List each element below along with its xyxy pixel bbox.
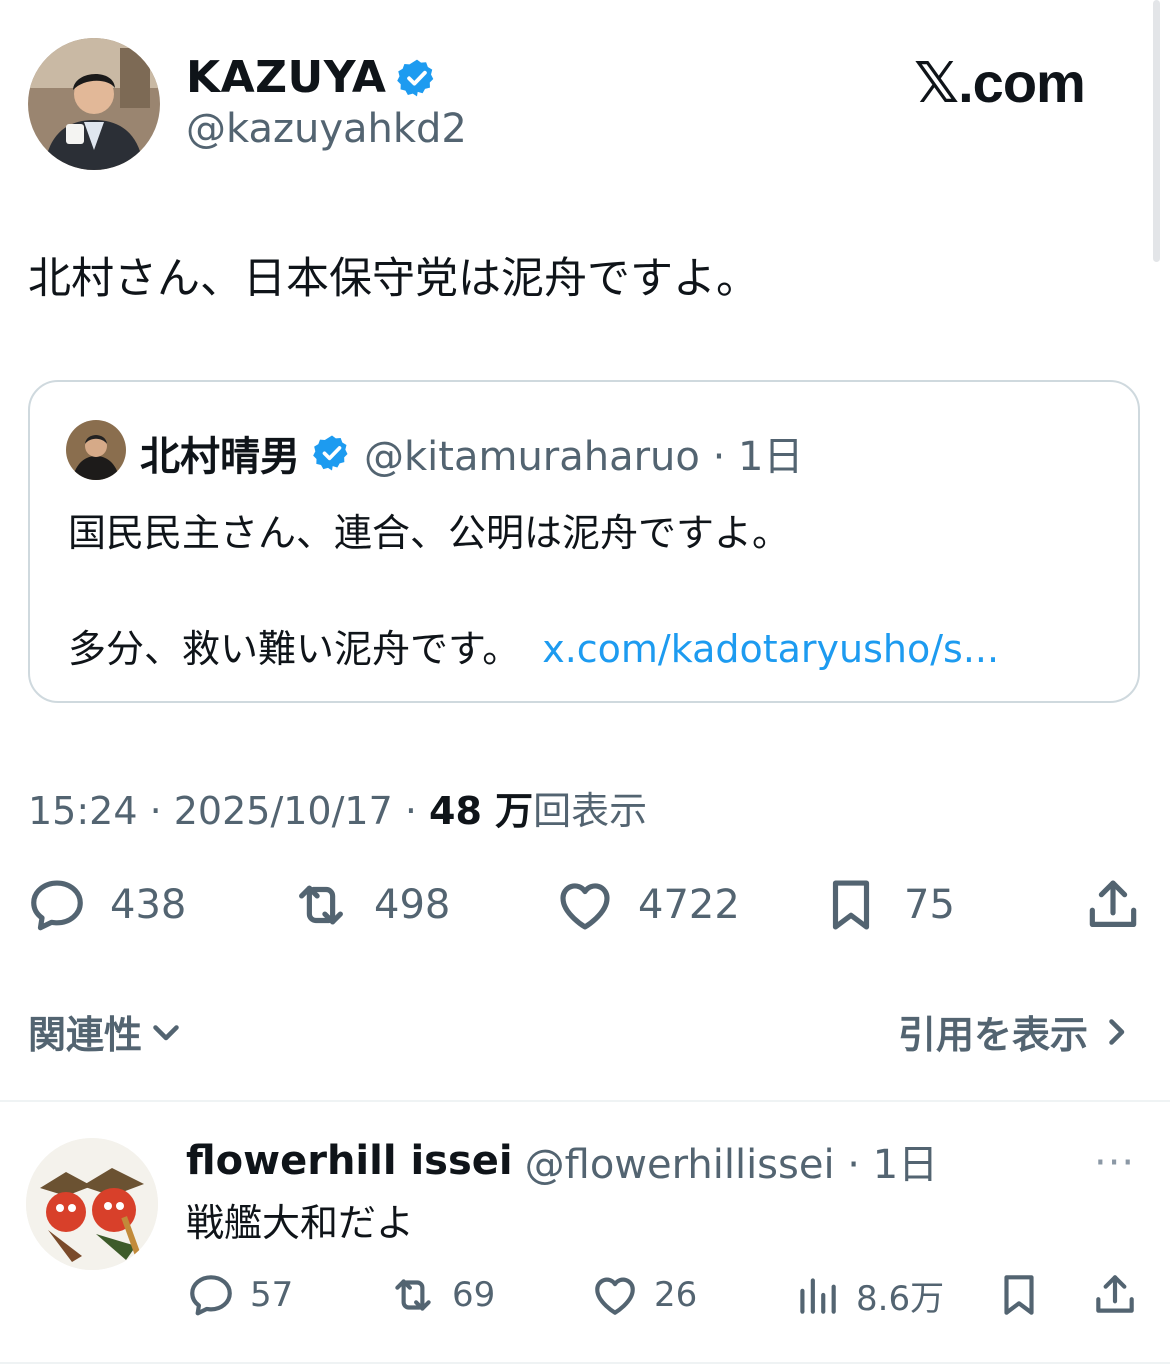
- quote-text-line1: 国民民主さん、連合、公明は泥舟ですよ。: [68, 511, 791, 555]
- reply-author-name[interactable]: flowerhill issei: [186, 1138, 513, 1184]
- reply-handle-time[interactable]: @flowerhillissei · 1日: [525, 1132, 939, 1190]
- share-button[interactable]: [1082, 874, 1144, 936]
- reply-repost-button[interactable]: 69: [388, 1270, 495, 1320]
- author-avatar[interactable]: [28, 38, 160, 170]
- author-name[interactable]: KAZUYA: [186, 52, 438, 103]
- views-count: 48 万: [429, 789, 534, 833]
- view-quotes-link[interactable]: 引用を表示: [898, 1004, 1134, 1059]
- bookmark-count: 75: [904, 882, 955, 928]
- repost-icon: [395, 1279, 431, 1311]
- sort-dropdown[interactable]: 関連性: [28, 1004, 184, 1059]
- bookmark-button[interactable]: 75: [820, 874, 955, 936]
- sort-label: 関連性: [28, 1013, 143, 1057]
- reply-header: flowerhill issei @flowerhillissei · 1日: [186, 1132, 938, 1190]
- reply-bookmark-button[interactable]: [994, 1270, 1044, 1320]
- timestamp-text[interactable]: 15:24 · 2025/10/17 ·: [28, 789, 429, 833]
- tweet-text: 北村さん、日本保守党は泥舟ですよ。: [28, 254, 759, 304]
- author-handle[interactable]: @kazuyahkd2: [186, 106, 467, 152]
- views-chart-icon: [800, 1278, 836, 1314]
- reply-button[interactable]: 438: [26, 874, 186, 936]
- heart-icon: [595, 1277, 635, 1315]
- reply-reply-button[interactable]: 57: [186, 1270, 293, 1320]
- view-quotes-label: 引用を表示: [898, 1013, 1089, 1057]
- quote-author-name[interactable]: 北村晴男: [140, 424, 300, 482]
- reply-views-button[interactable]: 8.6万: [792, 1270, 944, 1320]
- reply-text: 戦艦大和だよ: [186, 1201, 415, 1245]
- quote-text-line2-text: 多分、救い難い泥舟です。: [68, 627, 521, 671]
- quote-text-line2: 多分、救い難い泥舟です。 x.com/kadotaryusho/s...: [68, 618, 999, 673]
- repost-icon: [299, 885, 343, 925]
- tweet-timestamp: 15:24 · 2025/10/17 · 48 万回表示: [28, 780, 647, 835]
- reply-views-count: 8.6万: [856, 1278, 945, 1319]
- divider: [0, 1100, 1170, 1102]
- share-icon: [1096, 1275, 1134, 1313]
- repost-button[interactable]: 498: [290, 874, 450, 936]
- reply-repost-count: 69: [452, 1275, 496, 1315]
- like-count: 4722: [638, 882, 740, 928]
- quote-header: 北村晴男 @kitamuraharuo · 1日: [140, 424, 803, 482]
- reply-like-count: 26: [654, 1275, 698, 1315]
- chevron-down-icon: [153, 1024, 179, 1040]
- reply-share-button[interactable]: [1090, 1270, 1140, 1320]
- quote-handle-time[interactable]: @kitamuraharuo · 1日: [364, 424, 803, 482]
- like-button[interactable]: 4722: [554, 874, 740, 936]
- reply-author-avatar[interactable]: [26, 1138, 158, 1270]
- heart-icon: [560, 883, 610, 930]
- reply-icon: [190, 1275, 232, 1316]
- divider: [0, 1362, 1170, 1364]
- bookmark-icon: [832, 880, 870, 930]
- verified-badge-icon: [313, 435, 348, 471]
- quote-link[interactable]: x.com/kadotaryusho/s...: [542, 627, 999, 671]
- x-logo: 𝕏.com: [914, 51, 1086, 114]
- author-name-text: KAZUYA: [186, 52, 387, 103]
- reply-like-button[interactable]: 26: [590, 1270, 697, 1320]
- share-icon: [1089, 880, 1137, 927]
- chevron-right-icon: [1109, 1018, 1125, 1045]
- bookmark-icon: [1004, 1275, 1034, 1315]
- verified-badge-icon: [397, 59, 434, 96]
- reply-reply-count: 57: [250, 1275, 294, 1315]
- reply-count: 438: [110, 882, 187, 928]
- scrollbar[interactable]: [1153, 0, 1160, 262]
- more-options-icon[interactable]: ···: [1094, 1140, 1135, 1186]
- quote-author-avatar[interactable]: [66, 420, 126, 480]
- reply-icon: [31, 880, 83, 931]
- views-label: 回表示: [533, 789, 648, 833]
- repost-count: 498: [374, 882, 451, 928]
